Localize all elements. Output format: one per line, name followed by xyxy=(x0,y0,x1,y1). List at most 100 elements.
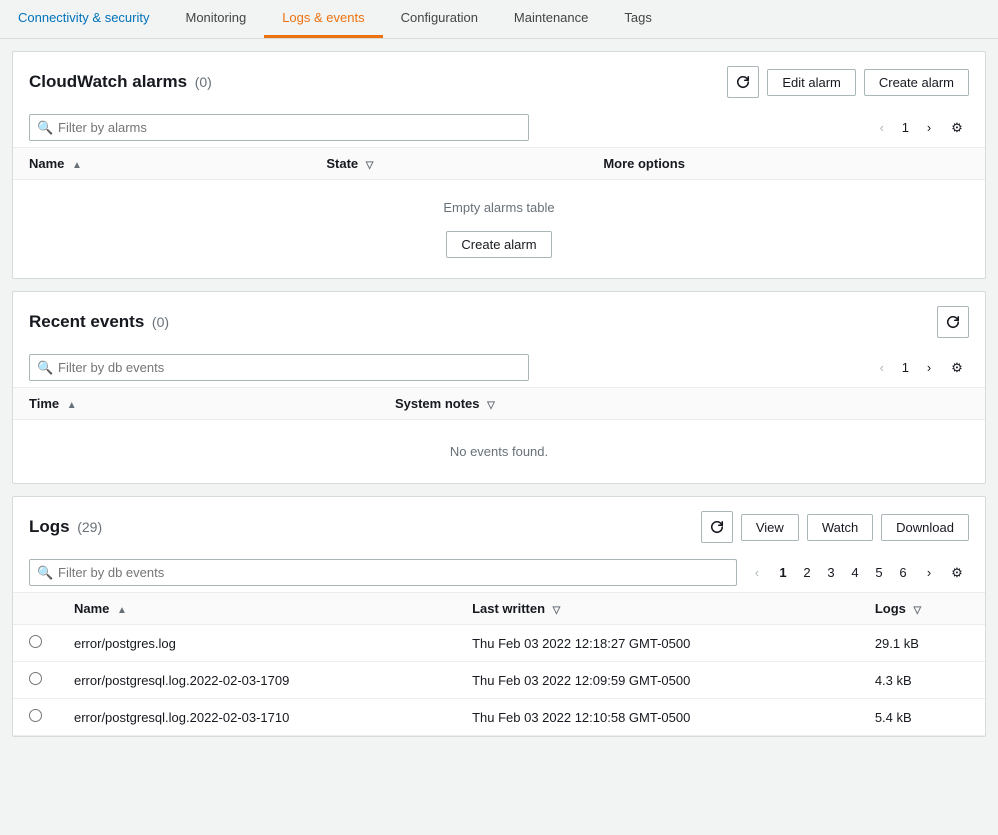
events-settings-icon[interactable]: ⚙ xyxy=(945,356,969,380)
logs-refresh-icon xyxy=(710,520,724,534)
log-row-written-1: Thu Feb 03 2022 12:09:59 GMT-0500 xyxy=(456,662,859,699)
events-col-notes[interactable]: System notes ▽ xyxy=(379,388,985,420)
alarms-title: CloudWatch alarms xyxy=(29,72,187,91)
edit-alarm-button[interactable]: Edit alarm xyxy=(767,69,856,96)
events-table-header: Time ▲ System notes ▽ xyxy=(13,388,985,420)
alarms-header: CloudWatch alarms (0) Edit alarm Create … xyxy=(13,52,985,108)
events-refresh-icon xyxy=(946,315,960,329)
events-actions xyxy=(937,306,969,338)
logs-pagination: ‹ 1 2 3 4 5 6 › ⚙ xyxy=(745,561,969,585)
alarms-prev-button[interactable]: ‹ xyxy=(870,116,894,140)
logs-header: Logs (29) View Watch Download xyxy=(13,497,985,553)
events-refresh-button[interactable] xyxy=(937,306,969,338)
logs-title: Logs xyxy=(29,517,70,536)
log-row-name-1: error/postgresql.log.2022-02-03-1709 xyxy=(58,662,456,699)
log-row-radio-0[interactable] xyxy=(29,635,42,648)
events-title: Recent events xyxy=(29,312,144,331)
log-row-radio-cell-0 xyxy=(13,625,58,662)
tab-connectivity[interactable]: Connectivity & security xyxy=(0,0,168,38)
log-row-size-0: 29.1 kB xyxy=(859,625,985,662)
logs-col-logs[interactable]: Logs ▽ xyxy=(859,593,985,625)
state-sort-icon: ▽ xyxy=(366,160,374,171)
logs-page-3[interactable]: 3 xyxy=(821,563,841,583)
events-col-time[interactable]: Time ▲ xyxy=(13,388,379,420)
alarms-pagination: ‹ 1 › ⚙ xyxy=(870,116,969,140)
logs-page-6[interactable]: 6 xyxy=(893,563,913,583)
cloudwatch-alarms-section: CloudWatch alarms (0) Edit alarm Create … xyxy=(12,51,986,279)
logs-page-4[interactable]: 4 xyxy=(845,563,865,583)
alarms-count: (0) xyxy=(195,74,212,90)
tab-configuration[interactable]: Configuration xyxy=(383,0,496,38)
logs-page-2[interactable]: 2 xyxy=(797,563,817,583)
alarms-filter-bar: 🔍 ‹ 1 › ⚙ xyxy=(13,108,985,147)
alarms-empty-create-button[interactable]: Create alarm xyxy=(446,231,551,258)
tab-tags[interactable]: Tags xyxy=(606,0,669,38)
logs-col-last-written[interactable]: Last written ▽ xyxy=(456,593,859,625)
name-sort-icon: ▲ xyxy=(72,160,82,171)
logs-filter-bar: 🔍 ‹ 1 2 3 4 5 6 › ⚙ xyxy=(13,553,985,592)
events-filter-bar: 🔍 ‹ 1 › ⚙ xyxy=(13,348,985,387)
logs-page-5[interactable]: 5 xyxy=(869,563,889,583)
logs-refresh-button[interactable] xyxy=(701,511,733,543)
log-row-name-2: error/postgresql.log.2022-02-03-1710 xyxy=(58,699,456,736)
alarms-next-button[interactable]: › xyxy=(917,116,941,140)
tab-logs-events[interactable]: Logs & events xyxy=(264,0,382,38)
events-prev-button[interactable]: ‹ xyxy=(870,356,894,380)
logs-prev-button[interactable]: ‹ xyxy=(745,561,769,585)
refresh-icon xyxy=(736,75,750,89)
alarms-page-num: 1 xyxy=(898,120,913,135)
watch-button[interactable]: Watch xyxy=(807,514,873,541)
alarms-search-input[interactable] xyxy=(29,114,529,141)
logs-actions: View Watch Download xyxy=(701,511,969,543)
logs-written-sort-icon: ▽ xyxy=(553,605,561,616)
logs-search-input[interactable] xyxy=(29,559,737,586)
alarms-empty-action-row: Create alarm xyxy=(13,223,985,278)
log-row-radio-cell-2 xyxy=(13,699,58,736)
logs-title-wrap: Logs (29) xyxy=(29,517,102,537)
log-row-size-1: 4.3 kB xyxy=(859,662,985,699)
events-search-icon: 🔍 xyxy=(37,360,53,376)
log-row-written-2: Thu Feb 03 2022 12:10:58 GMT-0500 xyxy=(456,699,859,736)
alarms-table: Name ▲ State ▽ More options Empty alarms… xyxy=(13,147,985,278)
log-row-radio-1[interactable] xyxy=(29,672,42,685)
download-button[interactable]: Download xyxy=(881,514,969,541)
log-row-size-2: 5.4 kB xyxy=(859,699,985,736)
log-row-written-0: Thu Feb 03 2022 12:18:27 GMT-0500 xyxy=(456,625,859,662)
alarms-empty-row: Empty alarms table xyxy=(13,180,985,224)
logs-col-select xyxy=(13,593,58,625)
events-search-wrap: 🔍 xyxy=(29,354,529,381)
logs-count: (29) xyxy=(77,519,102,535)
events-count: (0) xyxy=(152,314,169,330)
tab-maintenance[interactable]: Maintenance xyxy=(496,0,606,38)
log-table-row: error/postgresql.log.2022-02-03-1710 Thu… xyxy=(13,699,985,736)
tab-monitoring[interactable]: Monitoring xyxy=(168,0,265,38)
events-search-input[interactable] xyxy=(29,354,529,381)
logs-page-1[interactable]: 1 xyxy=(773,563,793,583)
alarms-col-state[interactable]: State ▽ xyxy=(310,148,587,180)
alarms-col-options[interactable]: More options xyxy=(587,148,985,180)
alarms-refresh-button[interactable] xyxy=(727,66,759,98)
logs-search-wrap: 🔍 xyxy=(29,559,737,586)
create-alarm-button[interactable]: Create alarm xyxy=(864,69,969,96)
alarms-settings-icon[interactable]: ⚙ xyxy=(945,116,969,140)
events-header: Recent events (0) xyxy=(13,292,985,348)
view-button[interactable]: View xyxy=(741,514,799,541)
recent-events-section: Recent events (0) 🔍 ‹ 1 › ⚙ xyxy=(12,291,986,484)
log-row-radio-2[interactable] xyxy=(29,709,42,722)
log-row-name-0: error/postgres.log xyxy=(58,625,456,662)
alarms-actions: Edit alarm Create alarm xyxy=(727,66,969,98)
alarms-col-name[interactable]: Name ▲ xyxy=(13,148,310,180)
tab-bar: Connectivity & security Monitoring Logs … xyxy=(0,0,998,39)
events-title-wrap: Recent events (0) xyxy=(29,312,169,332)
events-page-num: 1 xyxy=(898,360,913,375)
logs-settings-icon[interactable]: ⚙ xyxy=(945,561,969,585)
logs-section: Logs (29) View Watch Download 🔍 ‹ 1 2 3 … xyxy=(12,496,986,737)
events-next-button[interactable]: › xyxy=(917,356,941,380)
alarms-search-wrap: 🔍 xyxy=(29,114,529,141)
events-empty-row: No events found. xyxy=(13,420,985,484)
logs-col-name[interactable]: Name ▲ xyxy=(58,593,456,625)
logs-next-button[interactable]: › xyxy=(917,561,941,585)
logs-search-icon: 🔍 xyxy=(37,565,53,581)
logs-table-container: Name ▲ Last written ▽ Logs ▽ error xyxy=(13,592,985,736)
logs-name-sort-icon: ▲ xyxy=(117,605,127,616)
